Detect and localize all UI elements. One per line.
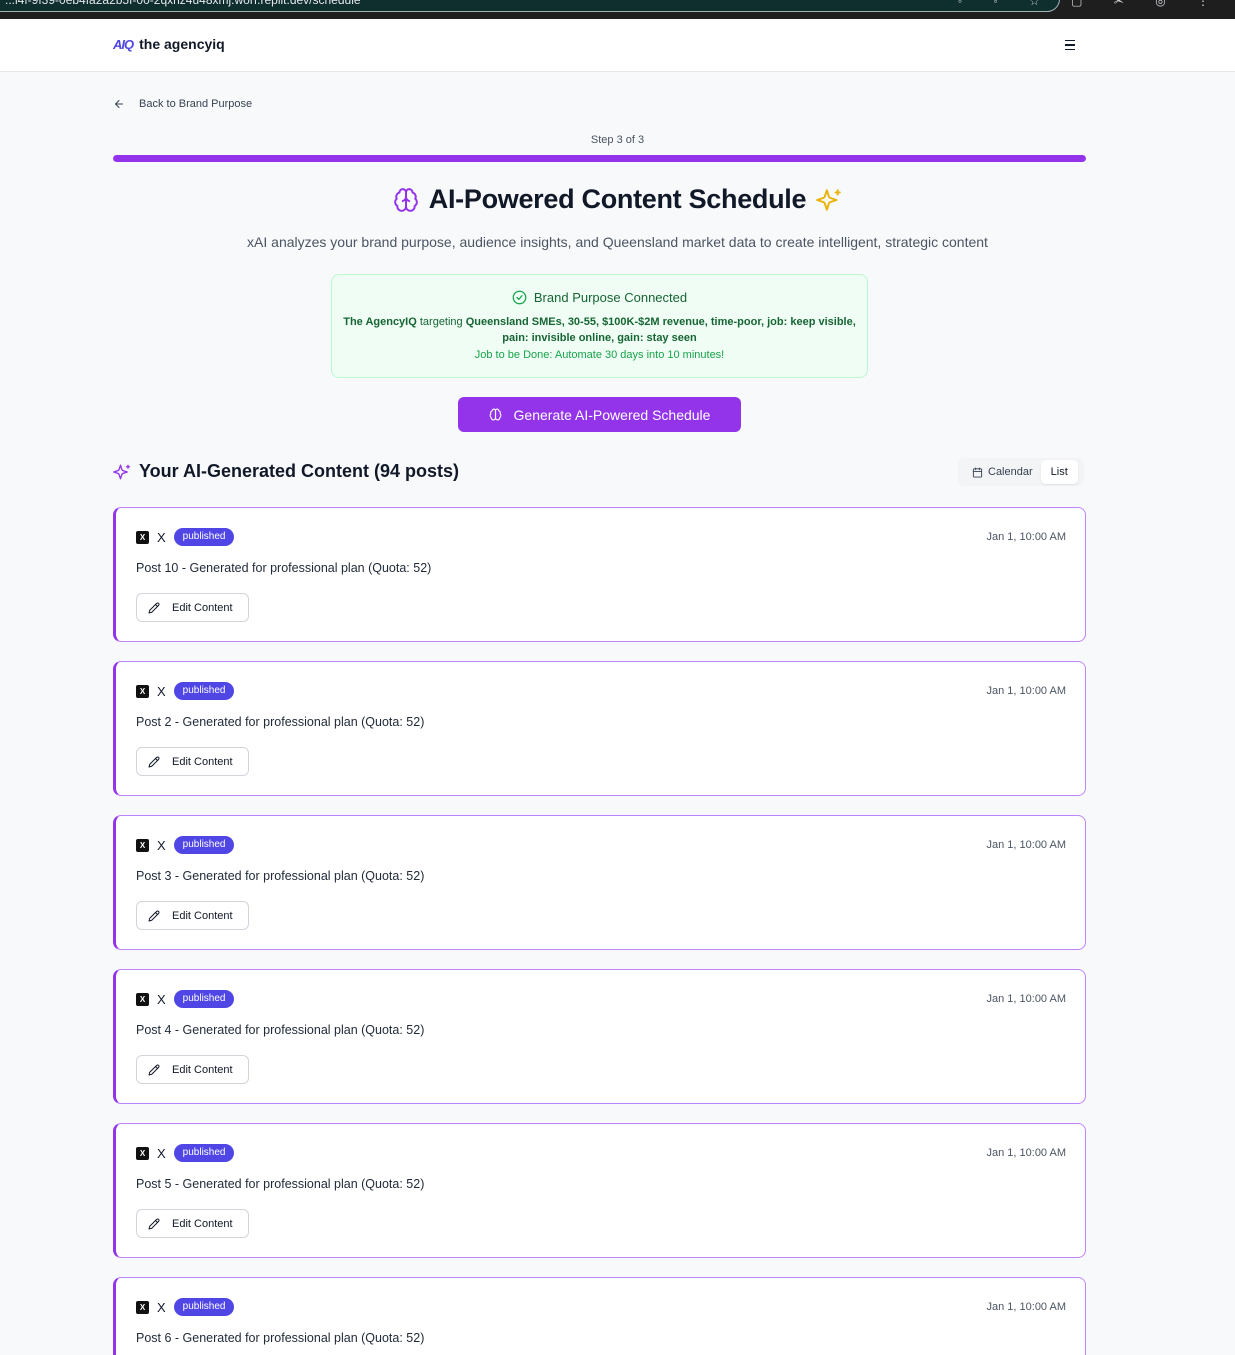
- page-title: AI-Powered Content Schedule: [428, 184, 807, 214]
- page-title-row: AI-Powered Content Schedule: [0, 184, 1235, 215]
- address-bar[interactable]: ...l4f-9f39-0eb4fa2a2b5f-00-2qxhz4u48xmj…: [0, 0, 1060, 12]
- post-meta: X X published: [136, 528, 235, 546]
- post-date: Jan 1, 10:00 AM: [986, 1147, 1067, 1159]
- logo-mark: AIQ: [113, 36, 134, 52]
- content-section-header: Your AI-Generated Content (94 posts): [113, 461, 459, 482]
- generate-label: Generate AI-Powered Schedule: [513, 406, 711, 423]
- connected-header: Brand Purpose Connected: [332, 290, 867, 305]
- edit-content-button[interactable]: Edit Content: [136, 1209, 249, 1238]
- calendar-icon: [972, 466, 983, 478]
- edit-label: Edit Content: [172, 1063, 233, 1076]
- step-indicator: Step 3 of 3: [590, 134, 645, 146]
- post-content: Post 6 - Generated for professional plan…: [136, 1331, 425, 1345]
- arrow-left-icon: [115, 100, 123, 108]
- generate-schedule-button[interactable]: Generate AI-Powered Schedule: [458, 397, 741, 432]
- targeting-word: targeting: [419, 316, 463, 328]
- post-card[interactable]: X X published Jan 1, 10:00 AM Post 10 - …: [113, 507, 1086, 642]
- post-content: Post 10 - Generated for professional pla…: [136, 561, 432, 575]
- pencil-icon: [148, 910, 160, 921]
- x-logo-icon: X: [136, 992, 149, 1006]
- brand-audience: Queensland SMEs, 30-55, $100K-$2M revenu…: [465, 316, 856, 344]
- post-card[interactable]: X X published Jan 1, 10:00 AM Post 5 - G…: [113, 1123, 1086, 1258]
- status-badge: published: [173, 682, 235, 700]
- list-view-button[interactable]: List: [1040, 460, 1078, 484]
- post-card[interactable]: X X published Jan 1, 10:00 AM Post 3 - G…: [113, 815, 1086, 950]
- browser-toolbar-icons: ◦ ◦ ☆ ▢ ✂ ◎ ⋮: [957, 0, 1223, 8]
- edit-label: Edit Content: [172, 601, 233, 614]
- sparkles-icon: [113, 464, 131, 479]
- job-to-be-done: Job to be Done: Automate 30 days into 10…: [474, 349, 725, 361]
- brain-icon: [393, 187, 418, 212]
- brain-icon: [489, 408, 501, 421]
- back-to-brand-purpose-link[interactable]: Back to Brand Purpose: [113, 98, 252, 110]
- post-meta: X X published: [136, 990, 235, 1008]
- x-logo-icon: X: [136, 1146, 149, 1160]
- post-date: Jan 1, 10:00 AM: [986, 993, 1067, 1005]
- brand-targeting-text: The AgencyIQ targeting Queensland SMEs, …: [340, 314, 860, 346]
- back-label: Back to Brand Purpose: [139, 98, 253, 110]
- pencil-icon: [148, 602, 160, 613]
- logo[interactable]: AIQ the agencyiq: [113, 36, 225, 52]
- status-badge: published: [173, 1298, 235, 1316]
- progress-bar: [113, 155, 1086, 162]
- post-content: Post 5 - Generated for professional plan…: [136, 1177, 425, 1191]
- post-card[interactable]: X X published Jan 1, 10:00 AM Post 4 - G…: [113, 969, 1086, 1104]
- post-meta: X X published: [136, 682, 235, 700]
- x-logo-icon: X: [136, 838, 149, 852]
- calendar-label: Calendar: [988, 466, 1033, 478]
- status-badge: published: [173, 1144, 235, 1162]
- connected-status: Brand Purpose Connected: [533, 290, 688, 305]
- edit-content-button[interactable]: Edit Content: [136, 1055, 249, 1084]
- post-meta: X X published: [136, 836, 235, 854]
- post-date: Jan 1, 10:00 AM: [986, 531, 1067, 543]
- post-platform: X: [157, 529, 166, 545]
- status-badge: published: [173, 528, 235, 546]
- calendar-view-button[interactable]: Calendar: [960, 460, 1041, 484]
- post-card[interactable]: X X published Jan 1, 10:00 AM Post 6 - G…: [113, 1277, 1086, 1355]
- post-platform: X: [157, 683, 166, 699]
- post-content: Post 2 - Generated for professional plan…: [136, 715, 425, 729]
- pencil-icon: [148, 1064, 160, 1075]
- browser-bar: ...l4f-9f39-0eb4fa2a2b5f-00-2qxhz4u48xmj…: [0, 0, 1235, 19]
- pencil-icon: [148, 1218, 160, 1229]
- sparkles-icon: [816, 188, 842, 211]
- content-heading: Your AI-Generated Content (94 posts): [139, 461, 460, 481]
- edit-content-button[interactable]: Edit Content: [136, 901, 249, 930]
- edit-label: Edit Content: [172, 909, 233, 922]
- post-card[interactable]: X X published Jan 1, 10:00 AM Post 2 - G…: [113, 661, 1086, 796]
- edit-label: Edit Content: [172, 755, 233, 768]
- edit-content-button[interactable]: Edit Content: [136, 593, 249, 622]
- x-logo-icon: X: [136, 684, 149, 698]
- brand-name: The AgencyIQ: [343, 316, 417, 328]
- post-content: Post 4 - Generated for professional plan…: [136, 1023, 425, 1037]
- edit-label: Edit Content: [172, 1217, 233, 1230]
- brand-purpose-connected-panel: Brand Purpose Connected The AgencyIQ tar…: [331, 274, 868, 378]
- post-platform: X: [157, 837, 166, 853]
- pencil-icon: [148, 756, 160, 767]
- page-subtitle: xAI analyzes your brand purpose, audienc…: [247, 234, 988, 250]
- hamburger-menu-icon[interactable]: [1062, 36, 1080, 54]
- logo-text: the agencyiq: [139, 36, 225, 52]
- x-logo-icon: X: [136, 530, 149, 544]
- edit-content-button[interactable]: Edit Content: [136, 747, 249, 776]
- post-content: Post 3 - Generated for professional plan…: [136, 869, 425, 883]
- post-meta: X X published: [136, 1144, 235, 1162]
- status-badge: published: [173, 836, 235, 854]
- progress-fill: [113, 155, 1086, 162]
- view-toggle: Calendar List: [958, 458, 1084, 486]
- post-platform: X: [157, 1299, 166, 1315]
- post-date: Jan 1, 10:00 AM: [986, 839, 1067, 851]
- post-meta: X X published: [136, 1298, 235, 1316]
- post-date: Jan 1, 10:00 AM: [986, 685, 1067, 697]
- status-badge: published: [173, 990, 235, 1008]
- post-platform: X: [157, 1145, 166, 1161]
- post-date: Jan 1, 10:00 AM: [986, 1301, 1067, 1313]
- x-logo-icon: X: [136, 1300, 149, 1314]
- app-header: AIQ the agencyiq: [0, 19, 1235, 72]
- post-platform: X: [157, 991, 166, 1007]
- check-circle-icon: [512, 290, 527, 305]
